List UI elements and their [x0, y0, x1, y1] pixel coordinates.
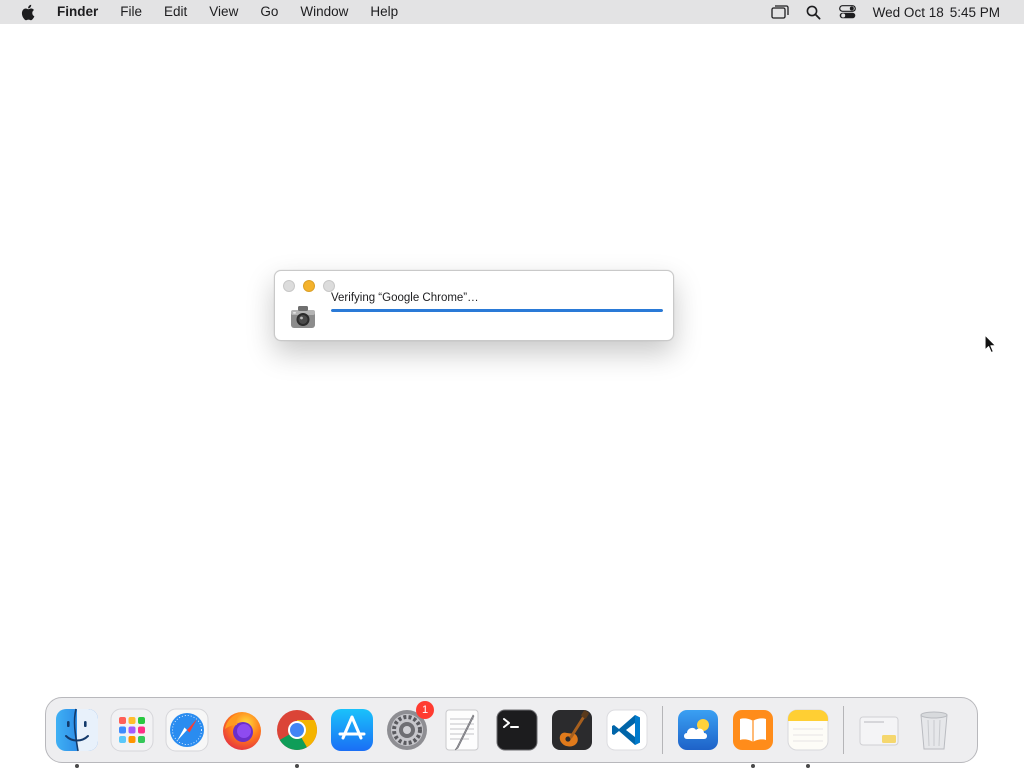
dock-launchpad[interactable] — [109, 707, 155, 753]
running-indicator — [806, 764, 810, 768]
menu-window[interactable]: Window — [289, 0, 359, 24]
menu-bar: Finder File Edit View Go Window Help Wed… — [0, 0, 1024, 24]
dock-finder[interactable] — [54, 707, 100, 768]
mouse-pointer-icon — [984, 334, 998, 354]
textedit-icon — [445, 709, 479, 751]
dock-textedit[interactable] — [439, 707, 485, 753]
notification-badge: 1 — [416, 701, 434, 719]
dock-weather[interactable] — [675, 707, 721, 753]
safari-icon — [165, 708, 209, 752]
control-center-icon[interactable] — [831, 0, 865, 24]
garageband-icon — [552, 710, 592, 750]
progress-fill — [331, 309, 663, 312]
verifying-message: Verifying “Google Chrome”… — [331, 292, 479, 304]
menu-app-name[interactable]: Finder — [46, 0, 109, 24]
dock-google-chrome[interactable] — [274, 707, 320, 768]
apple-menu-icon[interactable] — [18, 3, 36, 21]
minimize-button[interactable] — [303, 280, 315, 292]
verifying-dialog: Verifying “Google Chrome”… — [274, 270, 674, 341]
menu-bar-clock[interactable]: Wed Oct 18 5:45 PM — [865, 5, 1024, 20]
menu-help[interactable]: Help — [359, 0, 409, 24]
dock: 1 — [45, 697, 978, 768]
screen-mirroring-icon[interactable] — [763, 0, 797, 24]
dock-downloads-stack[interactable] — [856, 707, 902, 753]
running-indicator — [295, 764, 299, 768]
dock-firefox[interactable] — [219, 707, 265, 753]
vscode-icon — [606, 709, 648, 751]
menu-file[interactable]: File — [109, 0, 153, 24]
close-button[interactable] — [283, 280, 295, 292]
downloads-stack-icon — [859, 716, 899, 746]
dock-vscode[interactable] — [604, 707, 650, 753]
firefox-icon — [223, 712, 261, 750]
notes-icon — [787, 709, 829, 751]
finder-icon — [56, 708, 98, 752]
clock-time: 5:45 PM — [949, 4, 1000, 20]
chrome-icon — [277, 710, 317, 750]
terminal-icon — [496, 709, 538, 751]
dock-separator — [662, 706, 663, 754]
weather-icon — [678, 710, 718, 750]
dock-system-settings[interactable]: 1 — [384, 701, 434, 753]
dock-safari[interactable] — [164, 707, 210, 753]
dock-separator — [843, 706, 844, 754]
zoom-button[interactable] — [323, 280, 335, 292]
dock-app-store[interactable] — [329, 707, 375, 753]
menu-go[interactable]: Go — [249, 0, 289, 24]
window-controls — [283, 280, 335, 292]
running-indicator — [75, 764, 79, 768]
books-icon — [733, 710, 773, 750]
dock-notes[interactable] — [785, 707, 831, 768]
app-store-icon — [331, 709, 373, 751]
clock-date: Wed Oct 18 — [872, 4, 944, 20]
menu-view[interactable]: View — [198, 0, 249, 24]
running-indicator — [751, 764, 755, 768]
dock-books[interactable] — [730, 707, 776, 768]
menu-edit[interactable]: Edit — [153, 0, 198, 24]
dock-terminal[interactable] — [494, 707, 540, 753]
dock-garageband[interactable] — [549, 707, 595, 753]
xprotect-camera-icon — [288, 301, 318, 331]
dock-trash[interactable] — [911, 707, 957, 753]
launchpad-icon — [110, 708, 154, 752]
verification-progress-bar — [331, 309, 663, 312]
spotlight-search-icon[interactable] — [797, 0, 831, 24]
trash-icon — [920, 711, 948, 750]
